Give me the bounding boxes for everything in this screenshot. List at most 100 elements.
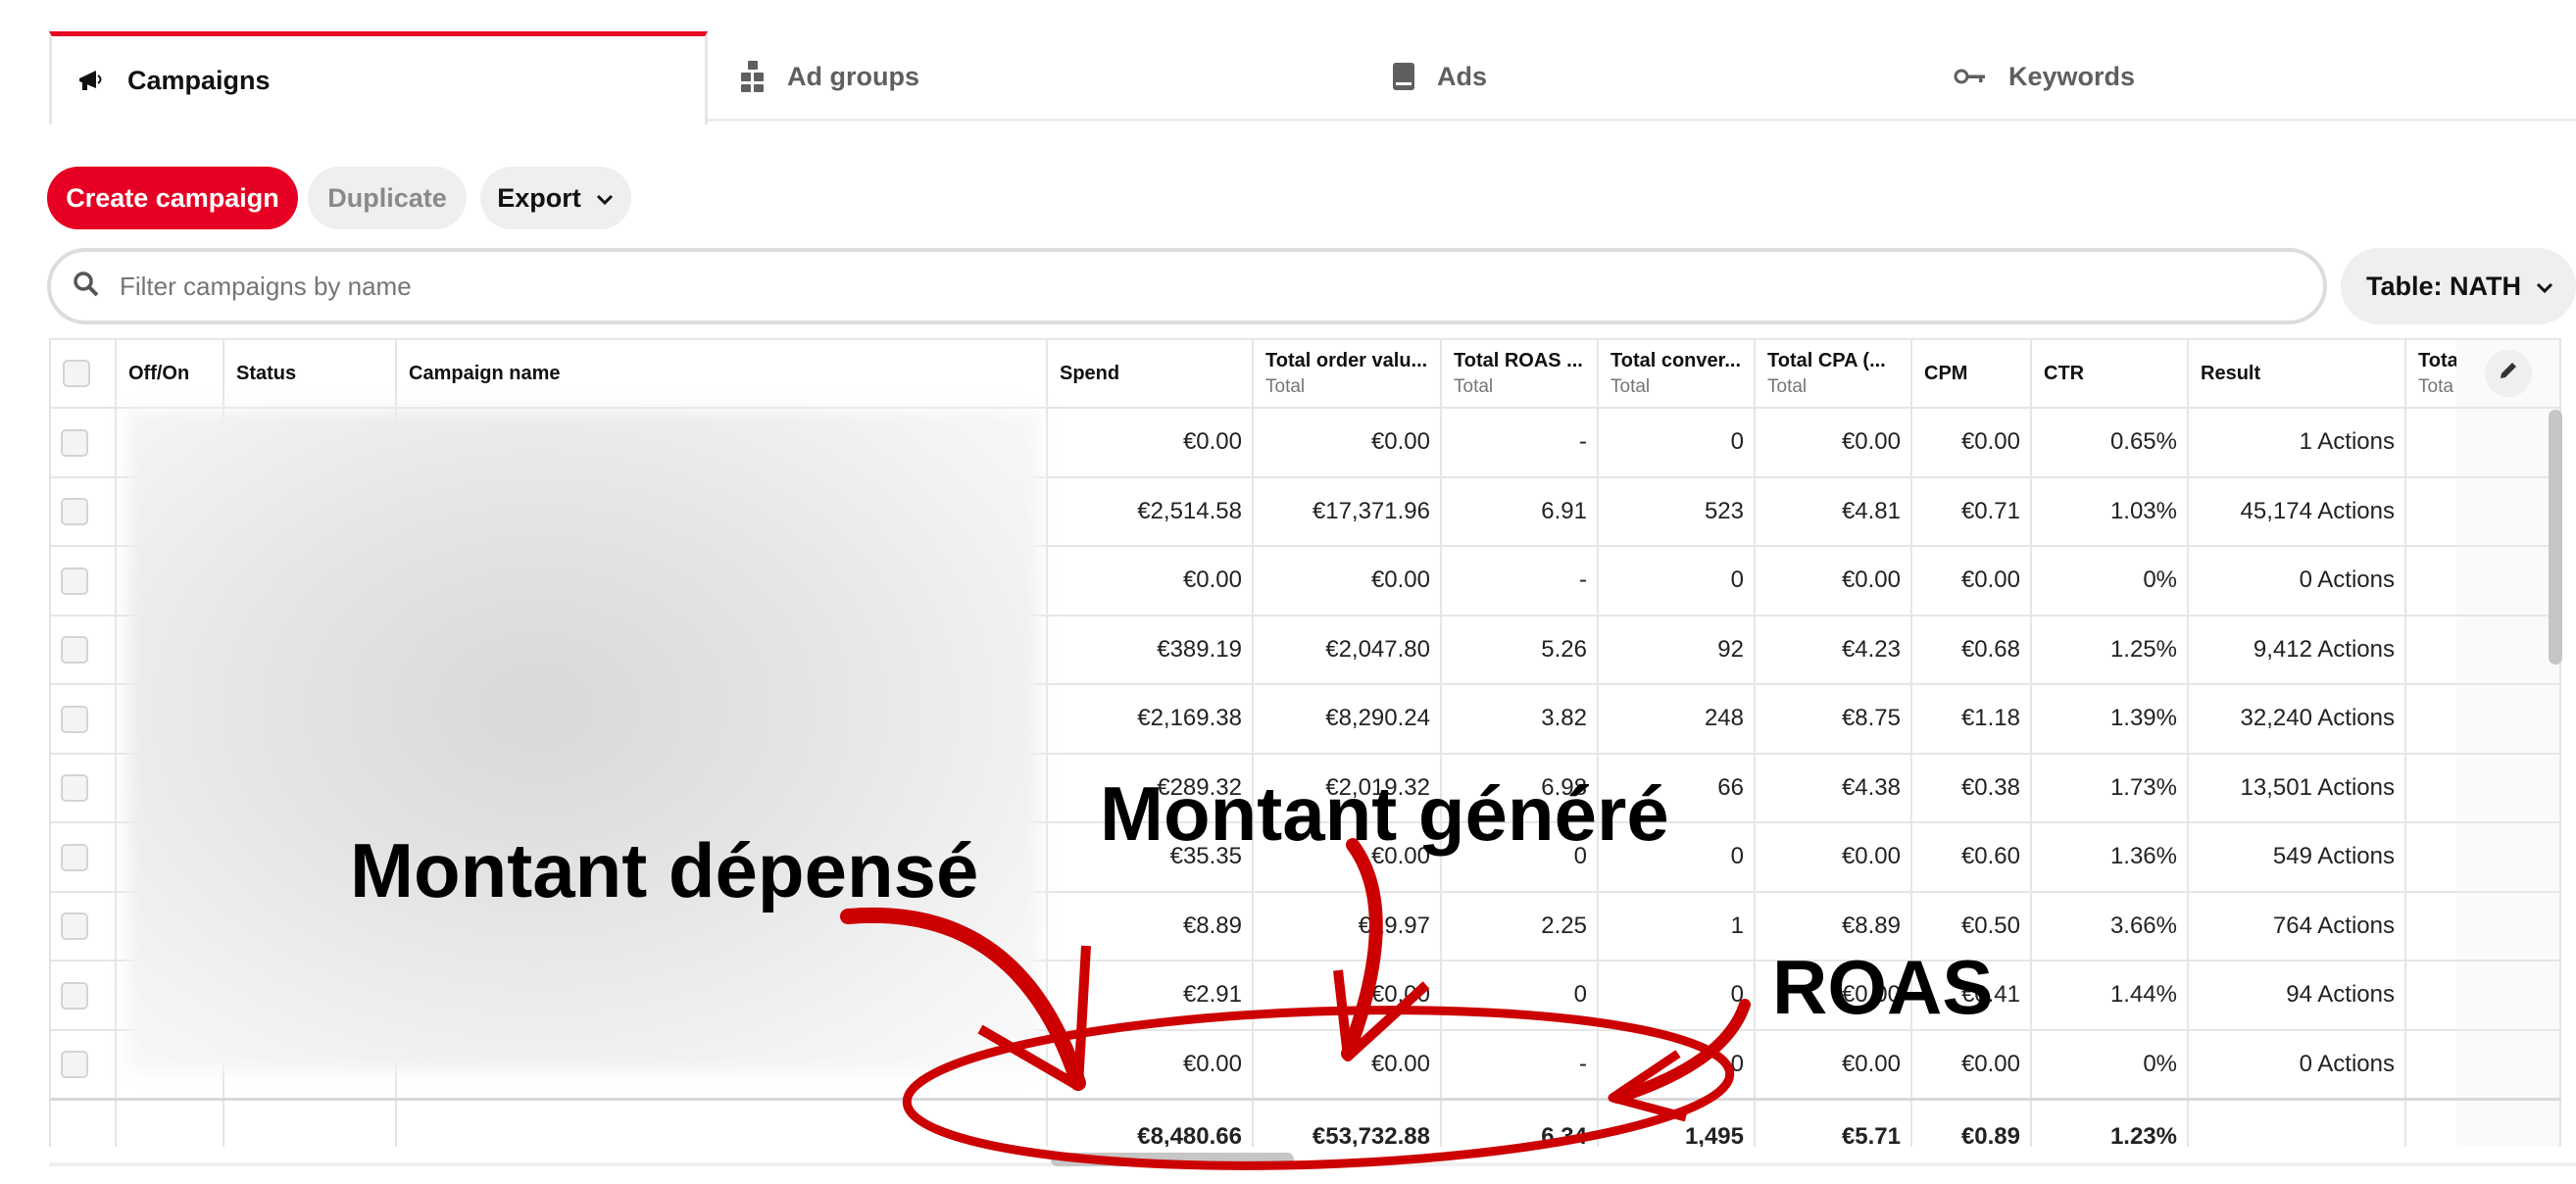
table-cell: 92 [1598,615,1756,685]
totals-cell: 6.34 [1441,1097,1599,1147]
row-checkbox-cell[interactable] [51,684,117,755]
table-cell: €2,514.58 [1047,476,1254,547]
edit-column-spacer [2456,546,2561,617]
row-checkbox-cell[interactable] [51,615,117,685]
row-checkbox-cell[interactable] [51,891,117,962]
megaphone-icon [76,67,106,94]
table-cell: €0.00 [1047,1029,1254,1100]
row-checkbox[interactable] [61,498,88,526]
table-cell: €2,169.38 [1047,684,1254,755]
vertical-scrollbar[interactable] [2549,410,2562,665]
table-cell: €0.38 [1911,753,2032,823]
edit-column-spacer [2456,476,2561,547]
tab-ad-groups[interactable]: Ad groups [740,31,919,122]
header-label: Campaign name [409,362,561,384]
tab-label: Ads [1437,61,1488,91]
table-cell: €0.00 [1047,546,1254,617]
table-cell: €19.97 [1253,891,1442,962]
export-label: Export [497,182,581,213]
row-checkbox-cell[interactable] [51,476,117,547]
tab-campaigns[interactable]: Campaigns [49,31,708,124]
select-all-checkbox-cell[interactable] [51,338,117,409]
edit-column-spacer [2456,1097,2561,1147]
edit-column-spacer [2456,753,2561,823]
table-cell-overflow [2405,546,2456,617]
table-cell: €8.75 [1755,684,1912,755]
table-cell-overflow [2405,753,2456,823]
table-cell: 13,501 Actions [2188,753,2406,823]
column-header[interactable]: Spend [1047,338,1254,409]
tab-label: Campaigns [127,65,271,95]
column-header[interactable]: Off/On [116,338,224,409]
create-campaign-button[interactable]: Create campaign [47,167,298,229]
table-cell: 0% [2031,546,2189,617]
table-cell: - [1441,408,1599,478]
column-header[interactable]: Total order valu... Total [1253,338,1442,409]
tab-keywords[interactable]: Keywords [1954,31,2135,122]
table-cell: 764 Actions [2188,891,2406,962]
horizontal-scrollbar[interactable] [1051,1153,1294,1166]
column-header[interactable]: CTR [2031,338,2189,409]
row-checkbox-cell[interactable] [51,822,117,893]
column-header[interactable]: Total ROAS ... Total [1441,338,1599,409]
totals-empty-cell [223,1097,397,1147]
table-cell: 32,240 Actions [2188,684,2406,755]
column-header[interactable]: Result [2188,338,2406,409]
table-cell: 523 [1598,476,1756,547]
column-header[interactable]: Total CPA (... Total [1755,338,1912,409]
table-cell: 0 [1598,408,1756,478]
table-cell: - [1441,1029,1599,1100]
edit-columns-button[interactable] [2484,350,2532,397]
row-checkbox[interactable] [61,428,88,457]
export-button[interactable]: Export [480,167,631,229]
table-cell: €0.00 [1253,546,1442,617]
select-all-checkbox[interactable] [63,360,90,387]
row-checkbox[interactable] [61,567,88,595]
table-view-select[interactable]: Table: NATH [2341,248,2576,324]
table-cell-overflow [2405,408,2456,478]
search-input[interactable] [120,271,2178,302]
duplicate-button[interactable]: Duplicate [308,167,467,229]
table-cell: 9,412 Actions [2188,615,2406,685]
header-label: Tota [2418,349,2456,371]
column-header[interactable]: Total conver... Total [1598,338,1756,409]
row-checkbox[interactable] [61,913,88,941]
row-checkbox-cell[interactable] [51,546,117,617]
row-checkbox-cell[interactable] [51,1029,117,1100]
row-checkbox[interactable] [61,636,88,665]
table-cell: 1.25% [2031,615,2189,685]
edit-column-spacer [2456,1029,2561,1100]
column-header[interactable]: Campaign name [396,338,1048,409]
totals-cell-overflow [2405,1097,2456,1147]
table-cell: 549 Actions [2188,822,2406,893]
totals-row: €8,480.66 €53,732.88 6.34 1,495 €5.71 €0.89 1.… [51,1097,2561,1147]
annotation-roas-label: ROAS [1772,944,1994,1030]
table-cell-overflow [2405,961,2456,1031]
table-cell: 3.66% [2031,891,2189,962]
header-label: Total conver... [1610,349,1741,371]
row-checkbox[interactable] [61,843,88,871]
row-checkbox-cell[interactable] [51,753,117,823]
table-cell: €0.00 [1253,961,1442,1031]
row-checkbox-cell[interactable] [51,961,117,1031]
table-cell: 0 [1441,961,1599,1031]
table-cell-overflow [2405,1029,2456,1100]
column-header[interactable]: Tota Tota [2405,338,2456,409]
header-label: Result [2201,362,2261,384]
table-cell: 0 [1598,961,1756,1031]
row-checkbox[interactable] [61,981,88,1010]
tab-ads[interactable]: Ads [1392,31,1487,122]
table-cell: €1.18 [1911,684,2032,755]
header-label: Total CPA (... [1767,349,1886,371]
column-header[interactable]: CPM [1911,338,2032,409]
search-bar [47,248,2327,324]
header-sub: Tota [2418,375,2453,397]
column-header[interactable]: Status [223,338,397,409]
row-checkbox[interactable] [61,774,88,803]
row-checkbox-cell[interactable] [51,408,117,478]
table-cell-overflow [2405,822,2456,893]
table-cell: 1.44% [2031,961,2189,1031]
row-checkbox[interactable] [61,1050,88,1078]
table-cell: 0% [2031,1029,2189,1100]
row-checkbox[interactable] [61,705,88,733]
